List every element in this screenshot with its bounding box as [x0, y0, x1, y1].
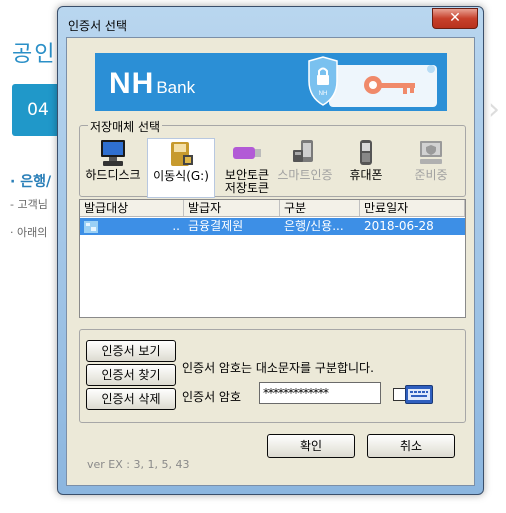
- cell-expiry: 2018-06-28: [364, 219, 434, 233]
- col-header-issuer[interactable]: 발급자: [184, 200, 280, 216]
- removable-drive-icon: [171, 142, 193, 166]
- cell-issuer: 금융결제원: [188, 219, 244, 233]
- case-sensitive-hint: 인증서 암호는 대소문자를 구분합니다.: [182, 361, 374, 375]
- cert-list: 발급대상 발급자 구분 만료일자 .. 금융결제원 은행/신용... 2018-…: [79, 199, 466, 318]
- cell-subject: ..: [80, 218, 184, 235]
- storage-media-label: 저장매체 선택: [88, 118, 163, 135]
- cert-list-header: 발급대상 발급자 구분 만료일자: [80, 200, 465, 217]
- step-chevron-icon: ›: [488, 92, 500, 127]
- cancel-button[interactable]: 취소: [367, 434, 455, 458]
- media-security-token[interactable]: 보안토큰 저장토큰: [214, 138, 280, 196]
- media-smart-auth[interactable]: 스마트인증: [272, 138, 338, 196]
- ok-button[interactable]: 확인: [267, 434, 355, 458]
- certificate-icon: [84, 220, 98, 233]
- section-text-1: - 고객님: [10, 198, 48, 211]
- close-button[interactable]: ✕: [432, 8, 478, 29]
- security-lock-key-icon: NH: [308, 56, 437, 107]
- virtual-keyboard-icon[interactable]: [405, 385, 433, 404]
- cell-type: 은행/신용...: [284, 219, 344, 233]
- col-header-expiry[interactable]: 만료일자: [360, 200, 465, 216]
- monitor-icon: [101, 140, 125, 166]
- pending-icon: [420, 141, 442, 164]
- svg-text:NH: NH: [319, 91, 328, 97]
- media-mobile-phone[interactable]: 휴대폰: [333, 138, 399, 196]
- media-pending[interactable]: 준비중: [398, 138, 464, 196]
- page-title: 공인: [12, 42, 57, 67]
- cert-select-dialog: 인증서 선택 ✕ NH Bank NH 저장매체 선택 하드디스크 이동식(G:…: [57, 6, 484, 495]
- col-header-type[interactable]: 구분: [280, 200, 360, 216]
- smart-auth-icon: [293, 140, 313, 162]
- nh-bank-logo: NH Bank: [109, 67, 196, 100]
- mobile-phone-icon: [360, 140, 372, 165]
- dialog-title: 인증서 선택: [68, 19, 128, 33]
- nh-bank-banner: NH Bank NH: [95, 53, 447, 111]
- password-input[interactable]: *************: [259, 382, 381, 404]
- dialog-body: NH Bank NH 저장매체 선택 하드디스크 이동식(G:) 보안토큰 저장…: [66, 37, 475, 486]
- media-removable-drive[interactable]: 이동식(G:): [147, 138, 215, 198]
- find-cert-button[interactable]: 인증서 찾기: [86, 364, 176, 386]
- version-text: ver EX : 3, 1, 5, 43: [87, 458, 190, 471]
- delete-cert-button[interactable]: 인증서 삭제: [86, 388, 176, 410]
- password-label: 인증서 암호: [182, 390, 242, 404]
- view-cert-button[interactable]: 인증서 보기: [86, 340, 176, 362]
- table-row[interactable]: .. 금융결제원 은행/신용... 2018-06-28: [80, 218, 465, 235]
- usb-token-icon: [233, 147, 261, 159]
- section-heading: · 은행/: [10, 174, 52, 190]
- media-hard-disk[interactable]: 하드디스크: [80, 138, 146, 196]
- section-text-2: · 아래의: [10, 226, 48, 239]
- col-header-subject[interactable]: 발급대상: [80, 200, 184, 216]
- storage-media-group: 저장매체 선택 하드디스크 이동식(G:) 보안토큰 저장토큰 스마트인증 휴대…: [79, 118, 466, 198]
